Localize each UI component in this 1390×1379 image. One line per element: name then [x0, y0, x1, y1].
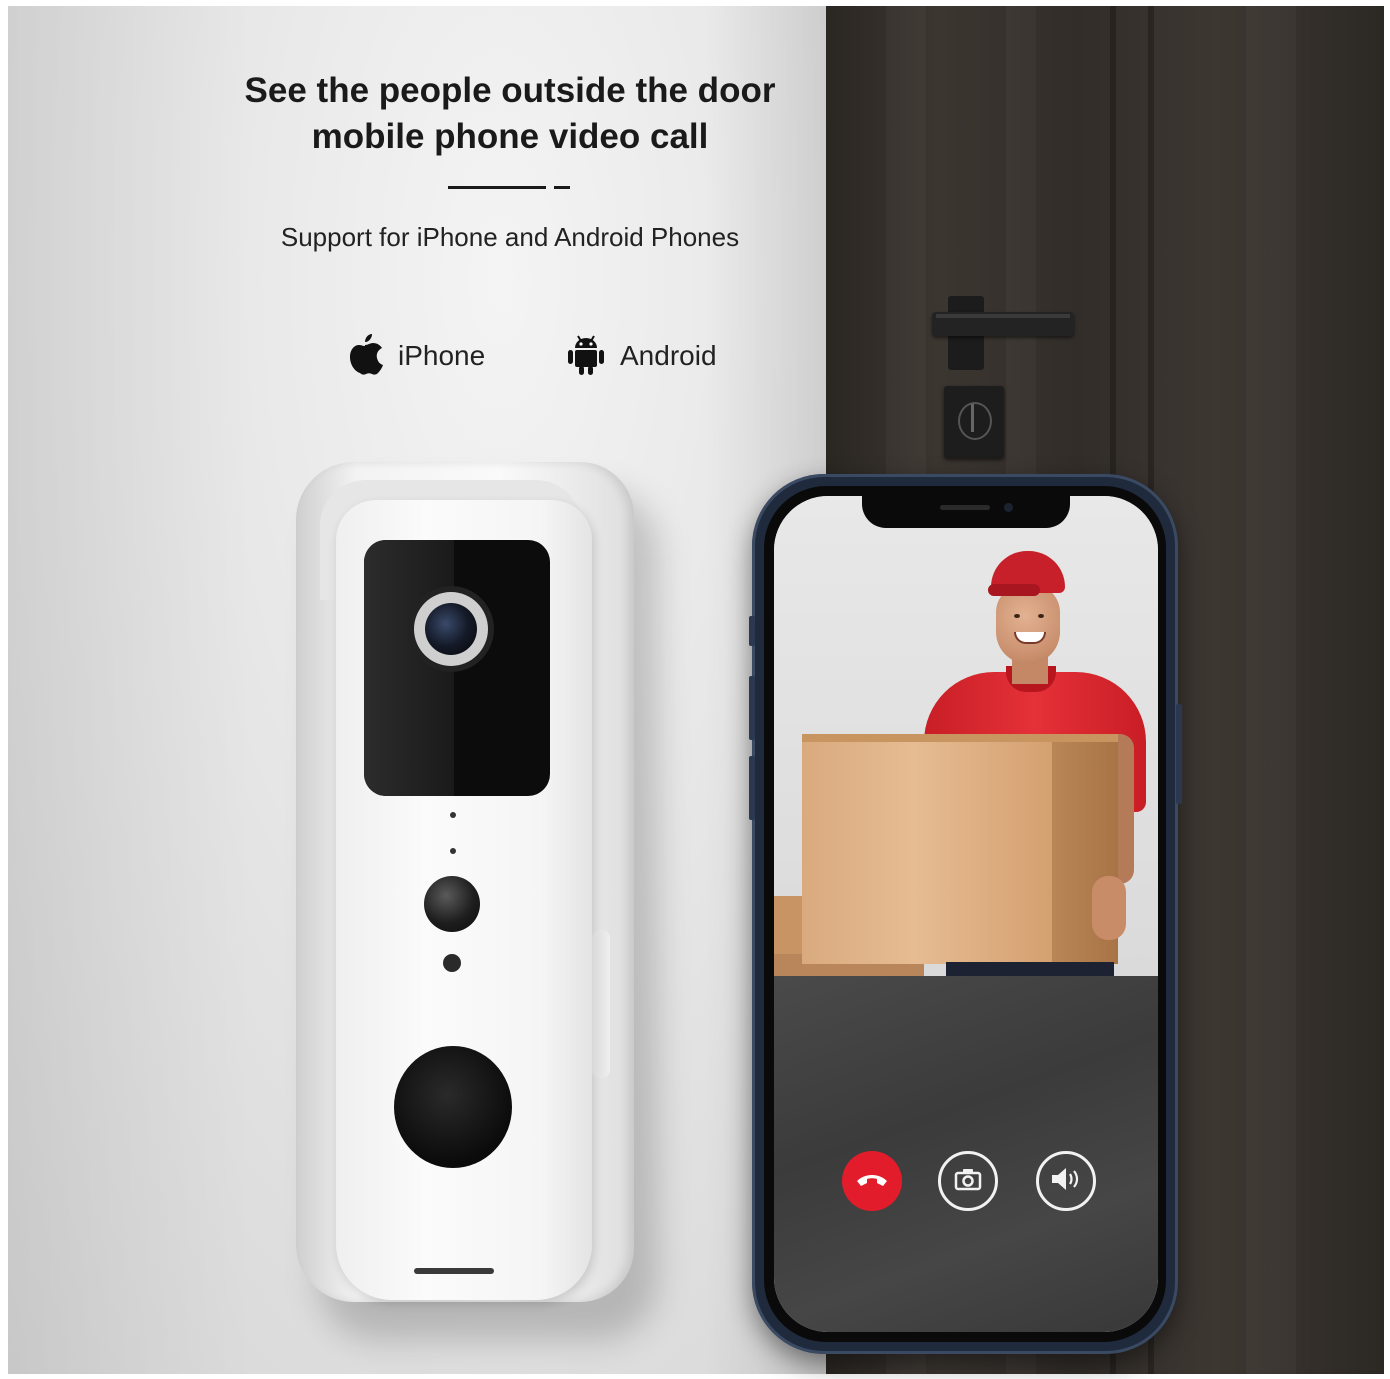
courier-face — [996, 584, 1060, 664]
doorbell-ring-button — [394, 1046, 512, 1168]
cardboard-box-top — [802, 734, 1118, 742]
headline-line-2: mobile phone video call — [311, 117, 709, 156]
video-feed — [774, 496, 1158, 976]
android-robot-icon — [566, 332, 606, 381]
doorbell-indicator-dot — [450, 848, 456, 854]
doorbell-speaker-grille — [414, 1268, 494, 1274]
phone-notch — [862, 494, 1070, 528]
doorbell-side-clip — [592, 930, 610, 1078]
doorbell-camera-lens — [425, 603, 477, 655]
doorbell-microphone — [443, 954, 461, 972]
subline: Support for iPhone and Android Phones — [280, 222, 740, 252]
doorbell-camera-panel — [364, 540, 550, 796]
headline-line-1: See the people outside the door — [244, 71, 776, 110]
doorbell-motion-sensor — [424, 876, 480, 932]
speaker-volume-icon — [1050, 1166, 1082, 1197]
door-handle-highlight — [936, 314, 1070, 318]
hang-up-icon — [855, 1169, 889, 1194]
platform-android: Android — [566, 334, 717, 378]
apple-logo-icon — [346, 332, 384, 381]
door-lock-slot — [971, 404, 974, 432]
hang-up-button[interactable] — [842, 1151, 902, 1211]
divider-short — [554, 186, 570, 189]
camera-panel-reflection — [364, 540, 454, 796]
cardboard-box-front — [802, 734, 1052, 964]
courier-eye — [1014, 614, 1020, 618]
speaker-button[interactable] — [1036, 1151, 1096, 1211]
courier-hand — [1092, 876, 1126, 940]
call-control-panel — [774, 976, 1158, 1332]
camera-snapshot-icon — [954, 1167, 982, 1196]
phone-earpiece — [940, 505, 990, 510]
platform-label-android: Android — [620, 340, 717, 371]
phone-front-camera — [1004, 503, 1013, 512]
doorbell-indicator-dot — [450, 812, 456, 818]
courier-pants — [946, 962, 1114, 976]
divider-long — [448, 186, 546, 189]
phone-volume-down — [749, 756, 755, 820]
headline: See the people outside the door mobile p… — [160, 68, 860, 160]
door-grain — [1246, 6, 1296, 1374]
phone-screen — [774, 496, 1158, 1332]
door-lock-knob — [958, 402, 992, 440]
platform-iphone: iPhone — [346, 332, 486, 381]
courier-eye — [1038, 614, 1044, 618]
courier-cap-bill — [988, 584, 1040, 596]
platform-label-iphone: iPhone — [398, 340, 486, 371]
snapshot-button[interactable] — [938, 1151, 998, 1211]
phone-power-button — [1176, 704, 1182, 804]
phone-volume-up — [749, 676, 755, 740]
phone-mute-switch — [749, 616, 755, 646]
